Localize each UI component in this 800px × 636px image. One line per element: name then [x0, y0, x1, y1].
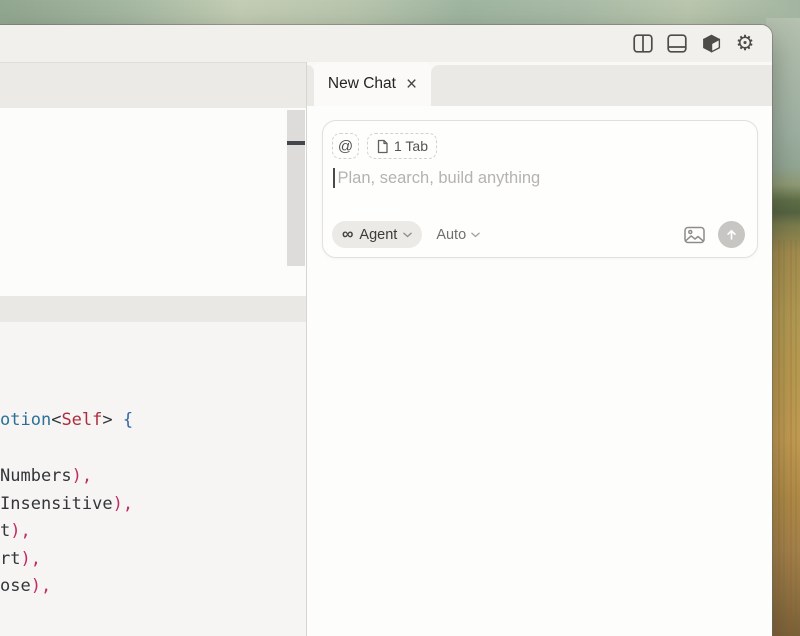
cube-icon — [701, 33, 722, 54]
tab-context-chip[interactable]: 1 Tab — [367, 133, 437, 159]
chat-body: @ 1 Tab Plan, search, build anythin — [307, 106, 772, 636]
input-placeholder: Plan, search, build anything — [338, 169, 541, 188]
tab-title: New Chat — [328, 75, 396, 93]
chat-tabbar: New Chat × — [307, 62, 772, 106]
scrollbar-position-marker — [287, 141, 305, 145]
tabbar-filler-left — [307, 65, 314, 106]
arrow-up-icon — [724, 227, 739, 242]
infinity-icon: ∞ — [342, 227, 353, 243]
tab-count-label: 1 Tab — [394, 138, 428, 154]
editor-group: otion<Self> { Numbers), Insensitive), t)… — [0, 62, 306, 636]
code-line: Numbers), — [0, 465, 92, 487]
code-line: Insensitive), — [0, 493, 133, 515]
chevron-down-icon — [471, 232, 480, 238]
at-icon: @ — [338, 138, 353, 155]
chat-panel: New Chat × @ 1 — [307, 62, 772, 636]
chat-composer[interactable]: @ 1 Tab Plan, search, build anythin — [322, 120, 758, 258]
split-vertical-icon — [633, 34, 653, 53]
composer-toolbar: ∞ Agent Auto — [332, 221, 745, 248]
agent-mode-selector[interactable]: ∞ Agent — [332, 221, 422, 248]
send-button[interactable] — [718, 221, 745, 248]
code-line: ose), — [0, 575, 51, 597]
settings-gear-button[interactable]: ⚙ — [734, 33, 756, 55]
image-icon — [684, 226, 705, 244]
code-line: otion<Self> { — [0, 409, 133, 431]
editor-section-divider — [0, 296, 306, 322]
window-main: otion<Self> { Numbers), Insensitive), t)… — [0, 62, 772, 636]
bottom-panel-icon — [667, 34, 687, 53]
code-editor[interactable]: otion<Self> { Numbers), Insensitive), t)… — [0, 322, 306, 636]
gear-icon: ⚙ — [736, 33, 755, 54]
code-line: t), — [0, 520, 31, 542]
text-caret — [333, 168, 335, 188]
chevron-down-icon — [403, 232, 412, 238]
file-icon — [376, 139, 389, 154]
tabbar-filler-right — [431, 65, 772, 106]
editor-upper-panel — [0, 108, 306, 296]
extensions-cube-button[interactable] — [700, 33, 722, 55]
app-window: ⚙ otion<Self> { Numbers), Insensitive), … — [0, 25, 772, 636]
attach-image-button[interactable] — [684, 226, 705, 244]
titlebar-actions: ⚙ — [632, 25, 756, 62]
toggle-bottom-panel-button[interactable] — [666, 33, 688, 55]
editor-tabstrip — [0, 62, 306, 108]
chat-input[interactable]: Plan, search, build anything — [333, 168, 540, 188]
agent-mode-label: Agent — [359, 227, 397, 243]
panel-separator[interactable] — [306, 62, 307, 636]
mention-context-button[interactable]: @ — [332, 133, 359, 159]
titlebar: ⚙ — [0, 25, 772, 62]
close-icon[interactable]: × — [406, 75, 417, 94]
model-selector[interactable]: Auto — [436, 221, 480, 248]
split-editor-vertical-button[interactable] — [632, 33, 654, 55]
code-line: rt), — [0, 548, 41, 570]
context-chips: @ 1 Tab — [332, 133, 437, 159]
model-label: Auto — [436, 227, 466, 243]
editor-scrollbar[interactable] — [287, 110, 305, 266]
tab-new-chat[interactable]: New Chat × — [314, 62, 431, 106]
